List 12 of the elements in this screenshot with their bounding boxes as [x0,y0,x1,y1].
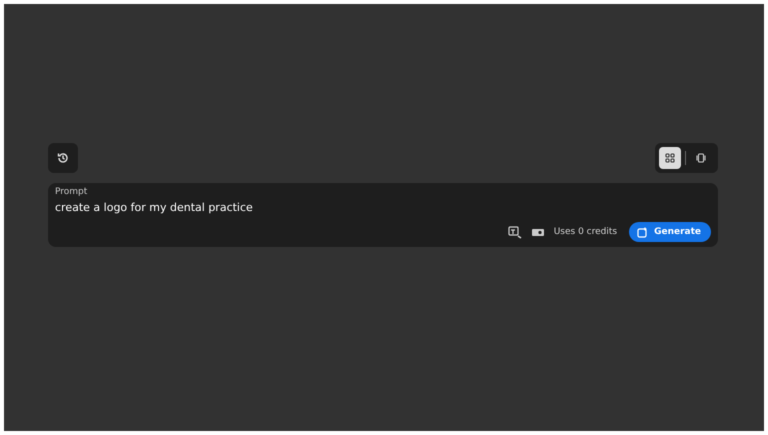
credits-icon [532,228,544,236]
image-reference-icon [508,226,522,238]
history-button[interactable] [48,143,78,173]
generate-button[interactable]: Generate [629,222,711,242]
grid-view-button[interactable] [659,147,681,169]
history-icon [57,152,69,164]
prompt-input[interactable]: create a logo for my dental practice [55,200,355,215]
prompt-label: Prompt [55,187,88,198]
generate-icon [637,226,648,238]
grid-icon [665,153,675,163]
carousel-icon [696,153,706,163]
credits-text: Uses 0 credits [554,227,618,237]
